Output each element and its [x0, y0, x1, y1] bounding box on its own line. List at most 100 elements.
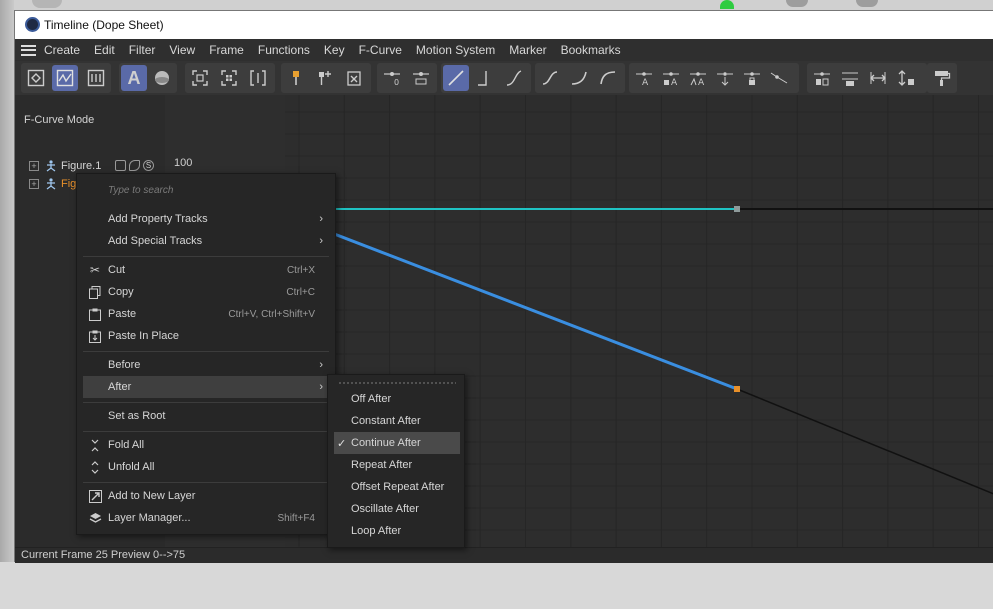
after-submenu: Off After Constant After ✓ Continue Afte… [327, 374, 465, 548]
menu-frame[interactable]: Frame [209, 43, 244, 57]
menu-filter[interactable]: Filter [129, 43, 156, 57]
copy-icon [86, 285, 104, 299]
menu-item-label: Add to New Layer [108, 490, 196, 502]
motion-mode-icon[interactable] [83, 65, 109, 91]
hamburger-menu-icon[interactable] [21, 44, 36, 56]
keep-visual-angle-icon[interactable] [893, 65, 919, 91]
menu-item-unfold-all[interactable]: Unfold All [83, 456, 333, 478]
submenu-item-oscillate-after[interactable]: Oscillate After [334, 498, 460, 520]
submenu-item-loop-after[interactable]: Loop After [334, 520, 460, 542]
menu-shortcut: Shift+F4 [277, 512, 315, 524]
clamp-icon[interactable] [809, 65, 835, 91]
search-field[interactable]: Type to search [85, 180, 327, 202]
toolbar: A 0 A A A [15, 61, 993, 95]
spline-interp-icon[interactable] [501, 65, 527, 91]
menu-motion-system[interactable]: Motion System [416, 43, 495, 57]
zero-length-icon[interactable]: 0 [379, 65, 405, 91]
menu-item-after[interactable]: After › [83, 376, 333, 398]
object-name: Figure.1 [61, 160, 102, 172]
expand-icon[interactable]: + [29, 161, 39, 171]
submenu-item-label: Loop After [351, 525, 402, 537]
keyframe-point-selected[interactable] [734, 386, 740, 392]
menu-key[interactable]: Key [324, 43, 345, 57]
menu-item-add-special-tracks[interactable]: Add Special Tracks › [83, 230, 333, 252]
add-key-icon[interactable] [312, 65, 338, 91]
menu-bookmarks[interactable]: Bookmarks [561, 43, 621, 57]
menu-functions[interactable]: Functions [258, 43, 310, 57]
lock-length-icon[interactable]: A [685, 65, 711, 91]
value-axis-label: 100 [174, 157, 193, 169]
ease-in-icon[interactable] [566, 65, 592, 91]
lock-value-icon[interactable] [739, 65, 765, 91]
frame-all-icon[interactable] [187, 65, 213, 91]
auto-weight-icon[interactable] [837, 65, 863, 91]
menu-item-label: Add Property Tracks [108, 213, 208, 225]
remove-overshoot-icon[interactable] [865, 65, 891, 91]
auto-mode-icon[interactable]: A [121, 65, 147, 91]
desktop-background-left [0, 0, 14, 609]
solo-icon[interactable]: S [143, 160, 154, 171]
menu-marker[interactable]: Marker [509, 43, 546, 57]
menu-item-paste[interactable]: Paste Ctrl+V, Ctrl+Shift+V [83, 303, 333, 325]
sphere-icon[interactable] [149, 65, 175, 91]
menu-edit[interactable]: Edit [94, 43, 115, 57]
menu-item-fold-all[interactable]: Fold All [83, 434, 333, 456]
lock-time-icon[interactable] [766, 65, 792, 91]
menu-item-set-as-root[interactable]: Set as Root [83, 405, 333, 427]
menu-item-cut[interactable]: ✂ Cut Ctrl+X [83, 259, 333, 281]
scissors-icon: ✂ [89, 263, 101, 277]
fcurve-blue-track[interactable] [285, 213, 738, 391]
lock-tangent-icon[interactable]: A [658, 65, 684, 91]
menu-item-copy[interactable]: Copy Ctrl+C [83, 281, 333, 303]
viewport-figure-shape [32, 0, 62, 8]
linear-interp-icon[interactable] [443, 65, 469, 91]
menu-create[interactable]: Create [44, 43, 80, 57]
keyframe-point[interactable] [734, 206, 740, 212]
ease-in-out-icon[interactable] [537, 65, 563, 91]
title-bar[interactable]: Timeline (Dope Sheet) [15, 11, 993, 39]
ease-out-icon[interactable] [595, 65, 621, 91]
frame-range-icon[interactable] [245, 65, 271, 91]
fcurve-mode-icon[interactable] [52, 65, 78, 91]
expand-icon[interactable]: + [29, 179, 39, 189]
submenu-item-constant-after[interactable]: Constant After [334, 410, 460, 432]
visibility-eye-icon[interactable] [129, 160, 140, 171]
menu-separator [83, 431, 329, 432]
svg-text:A: A [642, 78, 649, 87]
menu-item-label: Copy [108, 286, 134, 298]
dope-sheet-mode-icon[interactable] [23, 65, 49, 91]
step-interp-icon[interactable] [472, 65, 498, 91]
object-row[interactable]: + Fig [29, 176, 76, 192]
menu-separator [83, 402, 329, 403]
paint-roller-icon[interactable] [929, 65, 955, 91]
lock-angle-icon[interactable]: A [631, 65, 657, 91]
menu-item-paste-in-place[interactable]: Paste In Place [83, 325, 333, 347]
menu-item-label: Set as Root [108, 410, 166, 422]
menu-fcurve[interactable]: F-Curve [359, 43, 402, 57]
desktop-background-top [0, 0, 993, 10]
menu-item-label: Cut [108, 264, 126, 276]
menu-item-layer-manager[interactable]: Layer Manager... Shift+F4 [83, 507, 333, 529]
delete-key-icon[interactable] [341, 65, 367, 91]
menu-item-add-to-new-layer[interactable]: Add to New Layer [83, 485, 333, 507]
object-row[interactable]: + Figure.1 [29, 158, 101, 174]
svg-text:0: 0 [394, 78, 399, 87]
unfold-icon [86, 460, 104, 474]
frame-selected-icon[interactable] [216, 65, 242, 91]
edit-toggle-icon[interactable] [115, 160, 126, 171]
submenu-item-continue-after[interactable]: ✓ Continue After [334, 432, 460, 454]
zero-angle-icon[interactable] [408, 65, 434, 91]
submenu-item-repeat-after[interactable]: Repeat After [334, 454, 460, 476]
menu-shortcut: Ctrl+X [286, 264, 315, 276]
break-tangent-icon[interactable] [712, 65, 738, 91]
submenu-item-offset-repeat-after[interactable]: Offset Repeat After [334, 476, 460, 498]
menu-item-before[interactable]: Before › [83, 354, 333, 376]
svg-text:A: A [698, 78, 705, 87]
menu-item-add-property-tracks[interactable]: Add Property Tracks › [83, 208, 333, 230]
submenu-item-off-after[interactable]: Off After [334, 388, 460, 410]
menu-view[interactable]: View [169, 43, 195, 57]
menu-item-label: Add Special Tracks [108, 235, 203, 247]
figure-icon [46, 178, 56, 190]
key-icon[interactable] [283, 65, 309, 91]
submenu-grip[interactable] [338, 381, 456, 385]
